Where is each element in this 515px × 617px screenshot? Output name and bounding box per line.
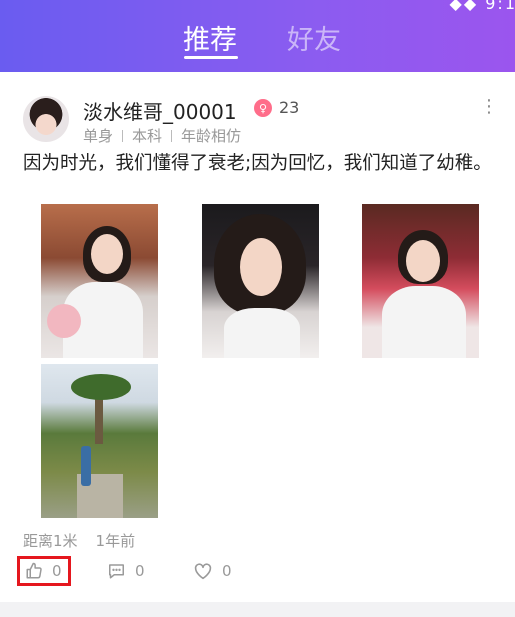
post-actions: 0 0 0 [0,556,515,588]
heart-icon [194,563,212,580]
status-bar-fragment: ◆◆ 9:1 [449,0,515,13]
thumbs-up-icon [26,562,42,579]
post-photo-4[interactable] [41,364,158,518]
post-card: 淡水维哥_00001 ♀ 23 ⋮ 单身 本科 年龄相仿 因为时光，我们懂得了衰… [0,72,515,602]
tag-education: 本科 [132,127,163,145]
comment-button[interactable]: 0 [107,556,145,586]
top-tab-bar: ◆◆ 9:1 推荐 好友 [0,0,515,72]
like-button[interactable]: 0 [17,556,71,586]
favorite-count: 0 [222,562,232,580]
female-icon: ♀ [254,99,272,117]
user-tags: 单身 本科 年龄相仿 [83,125,241,146]
distance-label: 距离1米 [23,532,78,550]
tab-friends[interactable]: 好友 [287,18,341,57]
tag-divider [171,129,173,142]
time-label: 1年前 [95,532,136,550]
tag-age-match: 年龄相仿 [181,127,242,145]
post-photo-3[interactable] [362,204,479,358]
avatar[interactable] [23,96,69,142]
user-age: 23 [279,98,300,117]
more-options-icon[interactable]: ⋮ [480,96,498,118]
tag-divider [122,129,124,142]
post-meta: 距离1米 1年前 [23,530,135,551]
post-photo-2[interactable] [202,204,319,358]
favorite-button[interactable]: 0 [193,556,232,586]
tag-relationship: 单身 [83,127,114,145]
like-count: 0 [52,562,62,580]
comment-icon [109,564,124,579]
active-tab-indicator [184,56,238,59]
user-name[interactable]: 淡水维哥_00001 [83,96,237,125]
post-photo-1[interactable] [41,204,158,358]
comment-count: 0 [135,562,145,580]
tab-recommend[interactable]: 推荐 [183,18,237,57]
post-text: 因为时光，我们懂得了衰老;因为回忆，我们知道了幼稚。 [23,153,492,174]
